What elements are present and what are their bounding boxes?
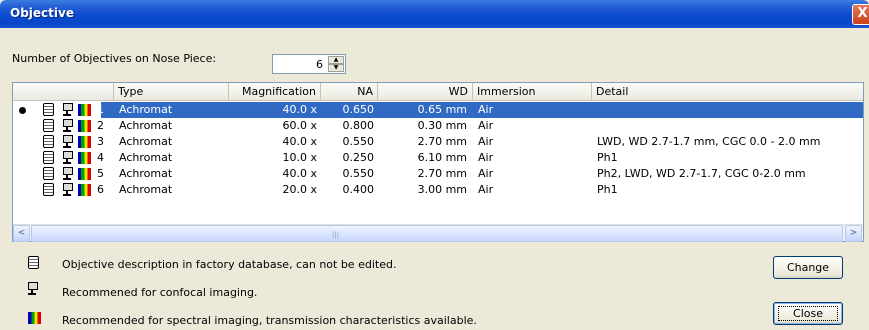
database-icon: [43, 183, 54, 196]
table-row[interactable]: 3 Achromat 40.0 x 0.550 2.70 mm Air LWD,…: [13, 134, 863, 150]
monitor-icon: [63, 183, 74, 196]
row-immersion: Air: [478, 135, 494, 148]
database-icon: [43, 167, 54, 180]
row-type: Achromat: [119, 135, 173, 148]
objective-dialog: Objective X Number of Objectives on Nose…: [0, 0, 869, 330]
row-immersion: Air: [478, 119, 494, 132]
objectives-list[interactable]: Type Magnification NA WD Immersion Detai…: [12, 82, 864, 242]
database-icon: [43, 119, 54, 132]
row-magnification: 20.0 x: [282, 183, 318, 196]
row-detail: Ph2, LWD, WD 2.7-1.7, CGC 0-2.0 mm: [597, 167, 806, 180]
horizontal-scrollbar[interactable]: < ||| >: [13, 224, 863, 242]
row-magnification: 40.0 x: [282, 103, 318, 116]
row-na: 0.400: [342, 183, 375, 196]
header-icons-column[interactable]: [13, 83, 114, 101]
spectrum-icon: [78, 136, 91, 148]
row-type: Achromat: [119, 119, 173, 132]
close-icon[interactable]: X: [852, 4, 869, 25]
row-type: Achromat: [119, 183, 173, 196]
nose-piece-spinner[interactable]: 6 ▲ ▼: [272, 54, 346, 74]
table-row[interactable]: 6 Achromat 20.0 x 0.400 3.00 mm Air Ph1: [13, 182, 863, 198]
table-row[interactable]: 4 Achromat 10.0 x 0.250 6.10 mm Air Ph1: [13, 150, 863, 166]
list-header: Type Magnification NA WD Immersion Detai…: [13, 83, 863, 101]
row-wd: 2.70 mm: [417, 167, 467, 180]
row-wd: 2.70 mm: [417, 135, 467, 148]
window-title: Objective: [10, 6, 74, 20]
row-number: 1: [97, 103, 104, 116]
title-bar[interactable]: Objective X: [0, 0, 869, 28]
row-type: Achromat: [119, 151, 173, 164]
nose-piece-value[interactable]: 6: [316, 58, 323, 71]
row-detail: Ph1: [597, 183, 618, 196]
row-detail: Ph1: [597, 151, 618, 164]
header-immersion[interactable]: Immersion: [473, 83, 592, 101]
spectrum-icon: [78, 104, 91, 116]
header-wd[interactable]: WD: [378, 83, 473, 101]
bullet-icon: [19, 107, 26, 114]
row-detail: LWD, WD 2.7-1.7 mm, CGC 0.0 - 2.0 mm: [597, 135, 821, 148]
table-row[interactable]: 2 Achromat 60.0 x 0.800 0.30 mm Air: [13, 118, 863, 134]
table-row[interactable]: 1 Achromat 40.0 x 0.650 0.65 mm Air: [13, 102, 863, 118]
scrollbar-thumb[interactable]: |||: [31, 225, 843, 242]
change-button-label: Change: [786, 261, 830, 274]
row-na: 0.800: [342, 119, 375, 132]
row-magnification: 40.0 x: [282, 135, 318, 148]
monitor-icon: [28, 282, 39, 295]
row-magnification: 10.0 x: [282, 151, 318, 164]
row-wd: 6.10 mm: [417, 151, 467, 164]
database-icon: [43, 103, 54, 116]
row-wd: 0.30 mm: [417, 119, 467, 132]
monitor-icon: [63, 103, 74, 116]
spectrum-icon: [78, 120, 91, 132]
row-number: 2: [97, 119, 104, 132]
row-immersion: Air: [478, 103, 494, 116]
row-wd: 3.00 mm: [417, 183, 467, 196]
spinner-up-icon[interactable]: ▲: [328, 56, 344, 64]
legend-spectral-text: Recommended for spectral imaging, transm…: [62, 314, 477, 327]
row-immersion: Air: [478, 183, 494, 196]
row-immersion: Air: [478, 151, 494, 164]
spectrum-icon: [28, 312, 41, 324]
nose-piece-label: Number of Objectives on Nose Piece:: [12, 52, 217, 65]
monitor-icon: [63, 135, 74, 148]
row-immersion: Air: [478, 167, 494, 180]
legend-factory-db-text: Objective description in factory databas…: [62, 258, 397, 271]
monitor-icon: [63, 119, 74, 132]
row-na: 0.550: [342, 135, 375, 148]
focus-rectangle: [778, 306, 838, 321]
row-na: 0.550: [342, 167, 375, 180]
spectrum-icon: [78, 152, 91, 164]
header-na[interactable]: NA: [321, 83, 378, 101]
spinner-buttons: ▲ ▼: [328, 56, 344, 72]
row-number: 5: [97, 167, 104, 180]
row-type: Achromat: [119, 103, 173, 116]
row-number: 4: [97, 151, 104, 164]
row-number: 6: [97, 183, 104, 196]
row-na: 0.650: [342, 103, 375, 116]
row-wd: 0.65 mm: [417, 103, 467, 116]
row-na: 0.250: [342, 151, 375, 164]
database-icon: [43, 135, 54, 148]
spinner-down-icon[interactable]: ▼: [328, 64, 344, 72]
spectrum-icon: [78, 184, 91, 196]
table-row[interactable]: 5 Achromat 40.0 x 0.550 2.70 mm Air Ph2,…: [13, 166, 863, 182]
row-magnification: 40.0 x: [282, 167, 318, 180]
monitor-icon: [63, 151, 74, 164]
row-type: Achromat: [119, 167, 173, 180]
scroll-right-icon[interactable]: >: [845, 225, 862, 242]
database-icon: [43, 151, 54, 164]
row-number: 3: [97, 135, 104, 148]
row-magnification: 60.0 x: [282, 119, 318, 132]
header-type[interactable]: Type: [114, 83, 229, 101]
monitor-icon: [63, 167, 74, 180]
change-button[interactable]: Change: [773, 256, 843, 279]
close-button[interactable]: Close: [773, 302, 843, 325]
scrollbar-grip-icon: |||: [332, 231, 340, 239]
legend-confocal-text: Recommened for confocal imaging.: [62, 286, 258, 299]
spectrum-icon: [78, 168, 91, 180]
header-detail[interactable]: Detail: [592, 83, 863, 101]
scroll-left-icon[interactable]: <: [13, 225, 30, 242]
database-icon: [28, 256, 39, 269]
header-magnification[interactable]: Magnification: [229, 83, 321, 101]
